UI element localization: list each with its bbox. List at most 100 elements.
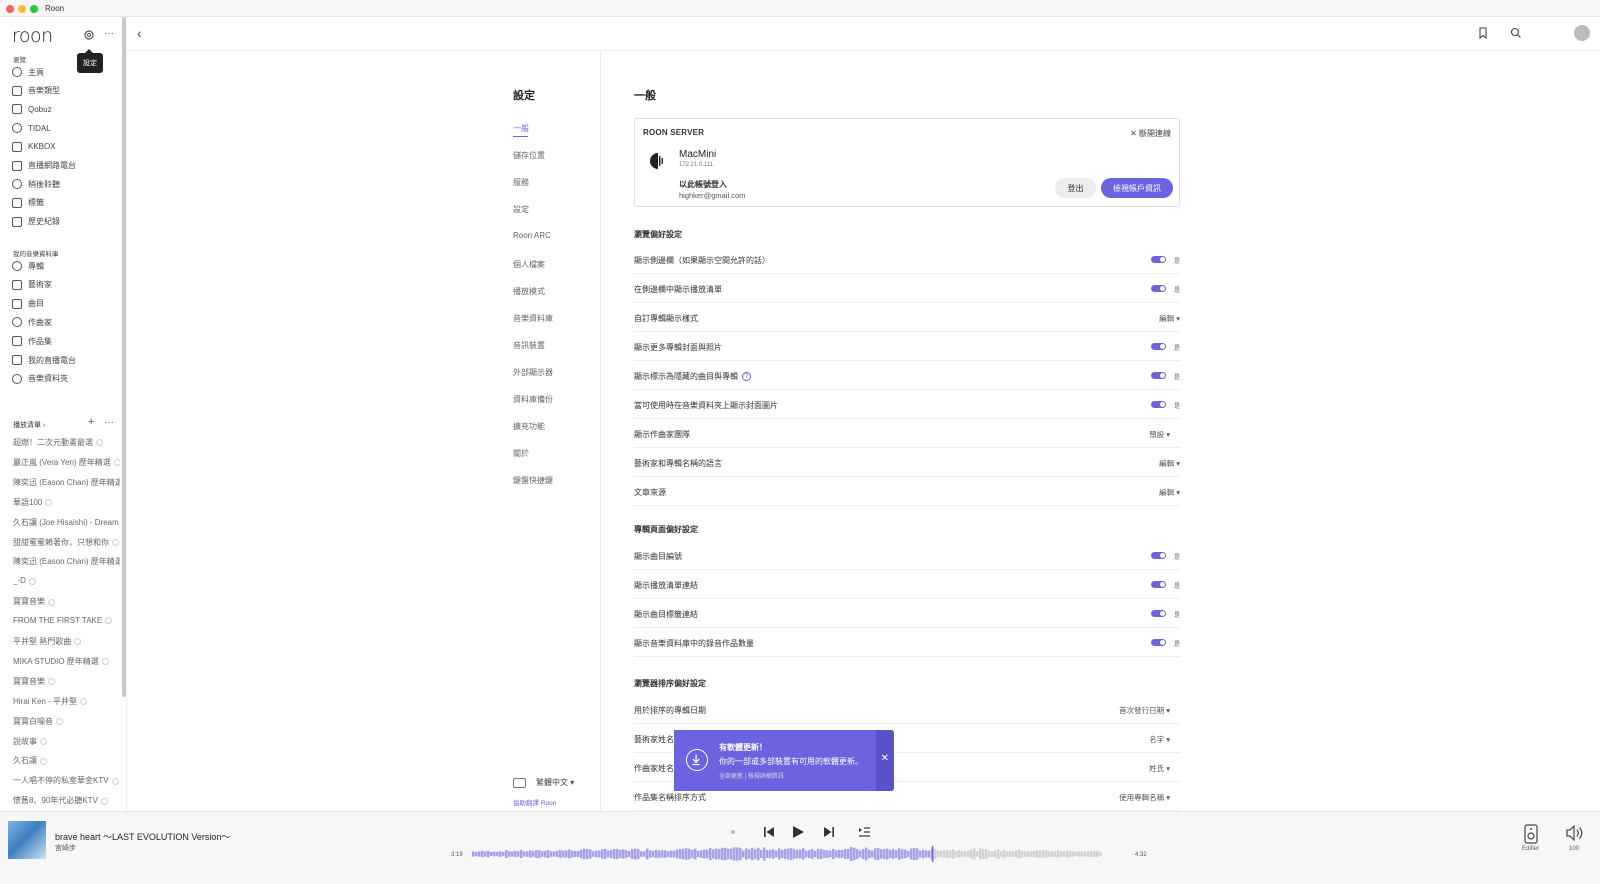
setting-dropdown[interactable]: 名字 ▾ — [1149, 734, 1170, 745]
toggle-switch[interactable] — [1151, 581, 1166, 588]
user-avatar[interactable] — [1574, 25, 1590, 41]
sidebar-item-works[interactable]: 作品集 — [12, 334, 52, 348]
settings-nav-item[interactable]: 鍵盤快捷鍵 — [513, 475, 553, 486]
settings-nav-item[interactable]: 擴充功能 — [513, 421, 545, 432]
sidebar-item-tidal[interactable]: TIDAL — [12, 121, 51, 135]
playlist-item[interactable]: _-D — [13, 576, 120, 585]
settings-nav-item[interactable]: 一般 — [513, 123, 529, 137]
sidebar-scrollbar[interactable] — [122, 17, 126, 697]
search-icon[interactable] — [1510, 27, 1522, 39]
playlist-item[interactable]: 久石讓 — [13, 755, 120, 766]
setting-dropdown[interactable]: 預設 ▾ — [1149, 429, 1170, 440]
toggle-switch[interactable] — [1151, 610, 1166, 617]
settings-nav-item[interactable]: 播放模式 — [513, 286, 545, 297]
playlist-item[interactable]: 華語100 — [13, 497, 120, 508]
settings-nav-item[interactable]: 音訊裝置 — [513, 340, 545, 351]
settings-nav-item[interactable]: 服務 — [513, 177, 529, 188]
setting-dropdown[interactable]: 首次發行日期 ▾ — [1119, 705, 1170, 716]
album-cover[interactable] — [8, 821, 46, 859]
toggle-switch[interactable] — [1151, 256, 1166, 263]
close-icon[interactable]: ✕ — [881, 753, 889, 764]
sidebar-item-qobuz[interactable]: Qobuz — [12, 102, 52, 116]
toggle-switch[interactable] — [1151, 372, 1166, 379]
sidebar-item-track[interactable]: 曲目 — [12, 297, 44, 311]
playlist-item[interactable]: Hirai Ken - 平井堅 — [13, 696, 120, 707]
playlists-header[interactable]: 播放清單 › — [13, 420, 45, 430]
minimize-window-button[interactable] — [18, 5, 26, 13]
volume-icon[interactable] — [1566, 825, 1584, 841]
sidebar-item-radio[interactable]: 直播網路電台 — [12, 159, 76, 173]
help-translate-link[interactable]: 協助翻譯 Roon — [513, 797, 556, 807]
toggle-switch[interactable] — [1151, 285, 1166, 292]
sidebar-item-clock[interactable]: 稍後聆聽 — [12, 177, 60, 191]
shuffle-dot-icon[interactable] — [730, 829, 736, 835]
add-playlist-icon[interactable]: + — [88, 416, 94, 428]
playlist-item[interactable]: 嚴正嵐 (Vera Yen) 歷年精選 — [13, 457, 120, 468]
language-selector[interactable]: 繁體中文 ▾ — [513, 777, 574, 788]
sidebar-item-kkbox[interactable]: KKBOX — [12, 140, 56, 154]
view-account-button[interactable]: 檢視帳戶資訊 — [1101, 178, 1173, 198]
settings-nav-item[interactable]: 外部顯示器 — [513, 367, 553, 378]
more-options-icon[interactable]: ··· — [104, 28, 114, 39]
logout-button[interactable]: 登出 — [1055, 178, 1096, 198]
help-icon[interactable]: ? — [742, 372, 751, 382]
playlist-item[interactable]: 一人唱不停的私室華金KTV — [13, 775, 120, 786]
close-window-button[interactable] — [6, 5, 14, 13]
playlist-item[interactable]: FROM THE FIRST TAKE — [13, 616, 120, 625]
sidebar-item-composer[interactable]: 作曲家 — [12, 315, 52, 329]
roon-logo[interactable]: roon — [12, 25, 53, 47]
sidebar-item-home[interactable]: 主頁 — [12, 65, 44, 79]
speaker-icon[interactable] — [1523, 824, 1539, 844]
gear-icon[interactable] — [83, 29, 95, 41]
sidebar-item-my-radio[interactable]: 我的直播電台 — [12, 353, 76, 367]
playlist-item[interactable]: 平井堅 熱門歌曲 — [13, 636, 120, 647]
sidebar-item-tag[interactable]: 標籤 — [12, 196, 44, 210]
sidebar-item-album[interactable]: 專輯 — [12, 259, 44, 273]
setting-dropdown[interactable]: 姓氏 ▾ — [1149, 763, 1170, 774]
play-icon[interactable] — [791, 825, 805, 839]
playhead[interactable] — [931, 846, 934, 862]
toggle-switch[interactable] — [1151, 552, 1166, 559]
playlist-item[interactable]: 陳奕迅 (Eason Chan) 歷年精選 — [13, 556, 120, 567]
playlist-item[interactable]: 甜甜蜜蜜賴著你，只想和你 — [13, 537, 120, 548]
settings-nav-item[interactable]: 設定 — [513, 204, 529, 215]
settings-nav-item[interactable]: 音樂資料庫 — [513, 313, 553, 324]
disconnect-button[interactable]: ✕ 斷開連線 — [1130, 128, 1171, 139]
next-icon[interactable] — [823, 826, 835, 838]
settings-nav-item[interactable]: 關於 — [513, 448, 529, 459]
update-toast[interactable]: 有軟體更新！ 你的一部或多部裝置有可用的軟體更新。 全部更新 | 檢視詳細資訊 … — [674, 730, 894, 791]
playlist-item[interactable]: 寶寶音樂 — [13, 596, 120, 607]
playlist-item[interactable]: 陳奕迅 (Eason Chan) 歷年精選 — [13, 477, 120, 488]
sidebar-item-artist[interactable]: 藝術家 — [12, 278, 52, 292]
sidebar-item-history[interactable]: 歷史紀錄 — [12, 215, 60, 229]
sidebar-item-genre[interactable]: 音樂類型 — [12, 84, 60, 98]
settings-nav-item[interactable]: 個人檔案 — [513, 259, 545, 270]
playlist-item[interactable]: 寶寶音樂 — [13, 676, 120, 687]
setting-dropdown[interactable]: 編輯 ▾ — [1159, 487, 1180, 498]
playlist-item[interactable]: 寶寶白噪音 — [13, 716, 120, 727]
track-title[interactable]: brave heart 〜LAST EVOLUTION Version〜 — [55, 830, 230, 843]
toggle-switch[interactable] — [1151, 343, 1166, 350]
playlist-more-icon[interactable]: ··· — [104, 417, 114, 428]
back-arrow-icon[interactable]: ‹ — [137, 25, 142, 41]
toggle-switch[interactable] — [1151, 639, 1166, 646]
setting-dropdown[interactable]: 編輯 ▾ — [1159, 313, 1180, 324]
zoom-window-button[interactable] — [30, 5, 38, 13]
settings-nav-item[interactable]: 儲存位置 — [513, 150, 545, 161]
playlist-item[interactable]: 超燃！二次元動畫最選 — [13, 437, 120, 448]
queue-icon[interactable] — [858, 826, 871, 838]
playlist-item[interactable]: MIKA STUDIO 歷年精選 — [13, 656, 120, 667]
sidebar-item-folder[interactable]: 音樂資料夾 — [12, 372, 68, 386]
setting-dropdown[interactable]: 編輯 ▾ — [1159, 458, 1180, 469]
settings-nav-item[interactable]: 資料庫備份 — [513, 394, 553, 405]
bookmark-icon[interactable] — [1477, 27, 1489, 39]
playlist-item[interactable]: 說故事 — [13, 736, 120, 747]
toggle-switch[interactable] — [1151, 401, 1166, 408]
previous-icon[interactable] — [763, 826, 775, 838]
waveform-seekbar[interactable] — [472, 846, 1102, 862]
playlist-item[interactable]: 懷舊8、90年代必聽KTV — [13, 795, 120, 806]
setting-dropdown[interactable]: 使用專輯名稱 ▾ — [1119, 792, 1170, 803]
toast-links[interactable]: 全部更新 | 檢視詳細資訊 — [719, 771, 784, 780]
settings-nav-item[interactable]: Roon ARC — [513, 231, 551, 240]
track-artist[interactable]: 宮崎步 — [55, 843, 76, 853]
